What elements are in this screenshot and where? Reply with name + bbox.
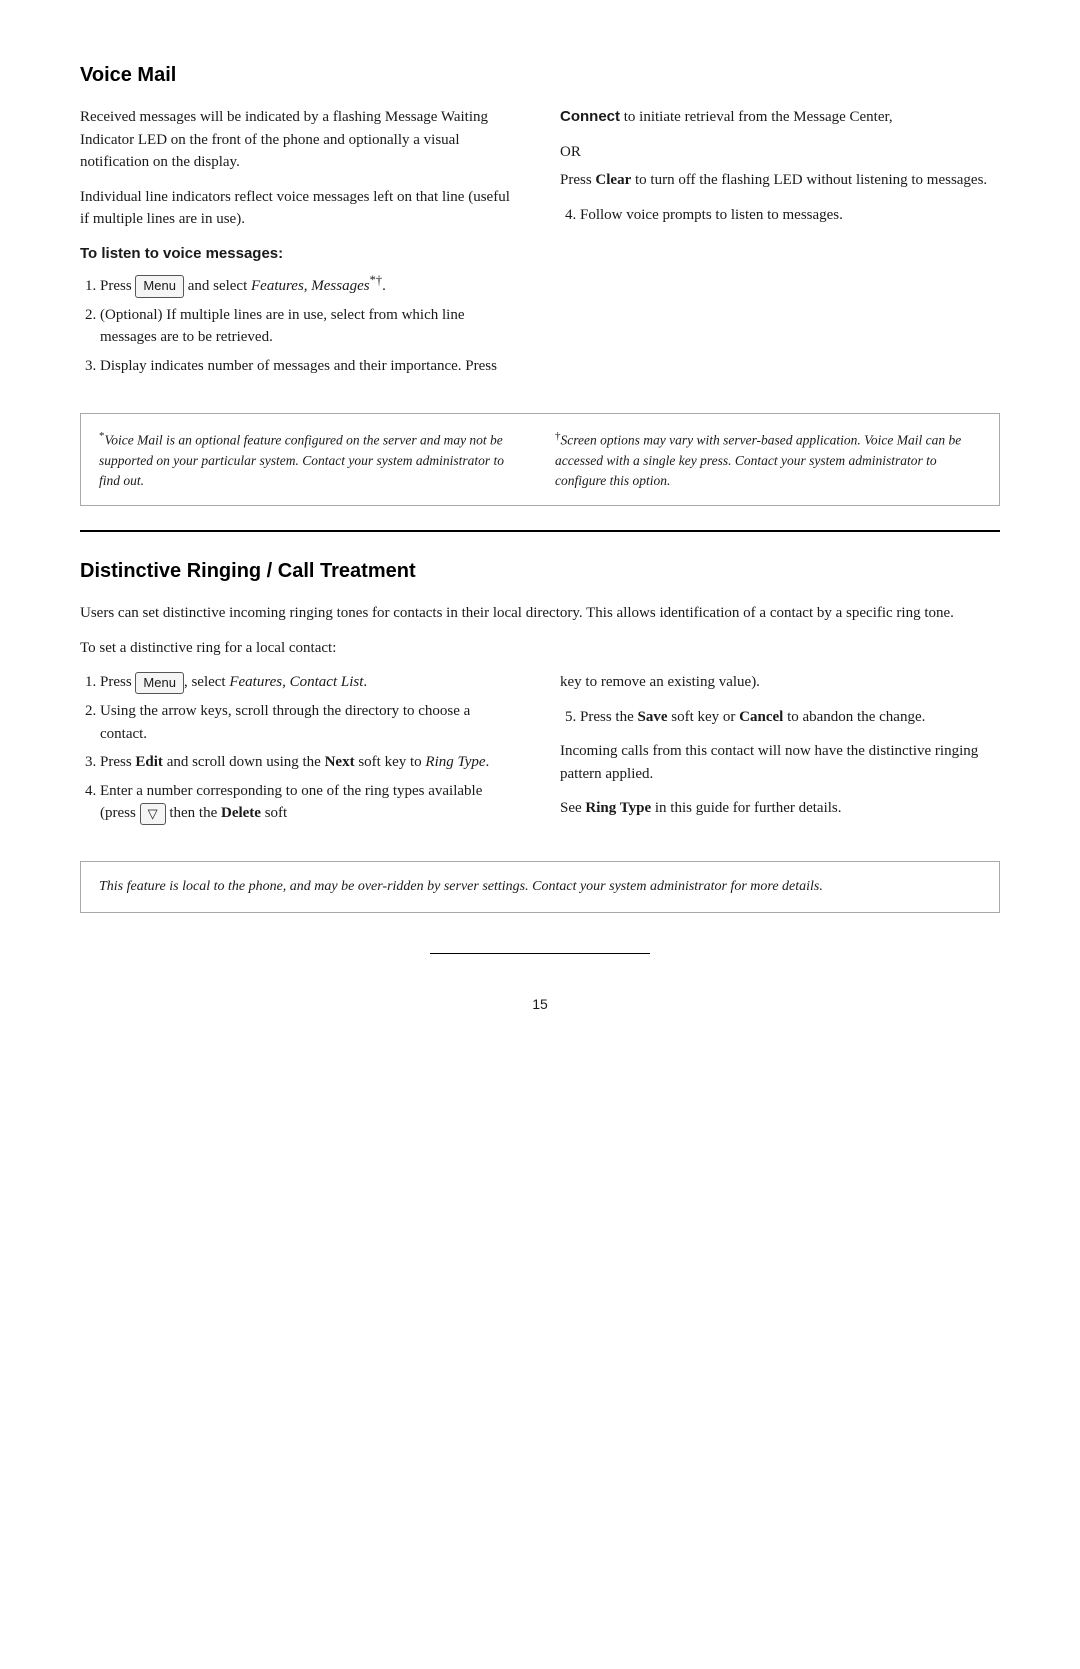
step5-end: to abandon the change.	[783, 709, 925, 725]
ring-type-after: in this guide for further details.	[651, 800, 841, 816]
dr-key-remove: key to remove an existing value).	[560, 671, 1000, 694]
voice-mail-col-right: Connect to initiate retrieval from the M…	[560, 106, 1000, 389]
vm-steps-left: Press Menu and select Features, Messages…	[100, 271, 520, 377]
vm-or: OR	[560, 141, 1000, 164]
menu-key-2: Menu	[135, 672, 184, 694]
dr-intro2: To set a distinctive ring for a local co…	[80, 637, 1000, 660]
edit-bold: Edit	[135, 754, 163, 770]
next-bold: Next	[325, 754, 355, 770]
connect-after: to initiate retrieval from the Message C…	[620, 109, 893, 125]
menu-key-1: Menu	[135, 275, 184, 297]
dr-col-left: Press Menu, select Features, Contact Lis…	[80, 671, 520, 836]
footnote-left: *Voice Mail is an optional feature confi…	[99, 428, 525, 491]
vm-connect-text: Connect to initiate retrieval from the M…	[560, 106, 1000, 129]
footnote-right-text: Screen options may vary with server-base…	[555, 433, 961, 489]
dr-step2: Using the arrow keys, scroll through the…	[100, 700, 520, 745]
ring-type-bold: Ring Type	[585, 800, 651, 816]
dr-incoming-text: Incoming calls from this contact will no…	[560, 740, 1000, 785]
footnote-right: †Screen options may vary with server-bas…	[555, 428, 981, 491]
vm-step3: Display indicates number of messages and…	[100, 355, 520, 378]
clear-bold: Clear	[595, 172, 631, 188]
arrow-down-key: ▽	[140, 803, 166, 825]
vm-para1: Received messages will be indicated by a…	[80, 106, 520, 174]
section-divider-1	[80, 530, 1000, 532]
page-divider	[430, 953, 650, 954]
vm-step4: Follow voice prompts to listen to messag…	[580, 204, 1000, 227]
dr-step5: Press the Save soft key or Cancel to aba…	[580, 706, 1000, 729]
cancel-bold: Cancel	[739, 709, 783, 725]
page-number: 15	[80, 994, 1000, 1015]
dr-step3: Press Edit and scroll down using the Nex…	[100, 751, 520, 774]
dr-ring-type: See Ring Type in this guide for further …	[560, 797, 1000, 820]
vm-steps-right: Follow voice prompts to listen to messag…	[580, 204, 1000, 227]
dr-steps-left: Press Menu, select Features, Contact Lis…	[100, 671, 520, 824]
dr-steps-right: Press the Save soft key or Cancel to aba…	[580, 706, 1000, 729]
voice-mail-title: Voice Mail	[80, 60, 1000, 90]
connect-bold: Connect	[560, 108, 620, 125]
step5-mid: soft key or	[668, 709, 740, 725]
ring-type-before: See	[560, 800, 585, 816]
dr-col-right: key to remove an existing value). Press …	[560, 671, 1000, 836]
vm-step1-after: and select Features, Messages*†.	[188, 278, 386, 294]
clear-after: to turn off the flashing LED without lis…	[631, 172, 987, 188]
dr-step4: Enter a number corresponding to one of t…	[100, 780, 520, 825]
distinctive-ringing-title: Distinctive Ringing / Call Treatment	[80, 556, 1000, 586]
italic-box-text: This feature is local to the phone, and …	[99, 879, 823, 894]
dr-intro1: Users can set distinctive incoming ringi…	[80, 602, 1000, 625]
vm-clear-text: Press Clear to turn off the flashing LED…	[560, 169, 1000, 192]
save-bold: Save	[638, 709, 668, 725]
listen-label: To listen to voice messages:	[80, 243, 520, 266]
voice-mail-col-left: Received messages will be indicated by a…	[80, 106, 520, 389]
dr-italic-box: This feature is local to the phone, and …	[80, 861, 1000, 913]
vm-footnote-box: *Voice Mail is an optional feature confi…	[80, 413, 1000, 506]
vm-para2: Individual line indicators reflect voice…	[80, 186, 520, 231]
vm-step1-press: Press	[100, 278, 135, 294]
dr-step1: Press Menu, select Features, Contact Lis…	[100, 671, 520, 694]
vm-step2: (Optional) If multiple lines are in use,…	[100, 304, 520, 349]
delete-bold: Delete	[221, 805, 261, 821]
footnote-left-text: Voice Mail is an optional feature config…	[99, 433, 504, 489]
vm-step1: Press Menu and select Features, Messages…	[100, 271, 520, 298]
